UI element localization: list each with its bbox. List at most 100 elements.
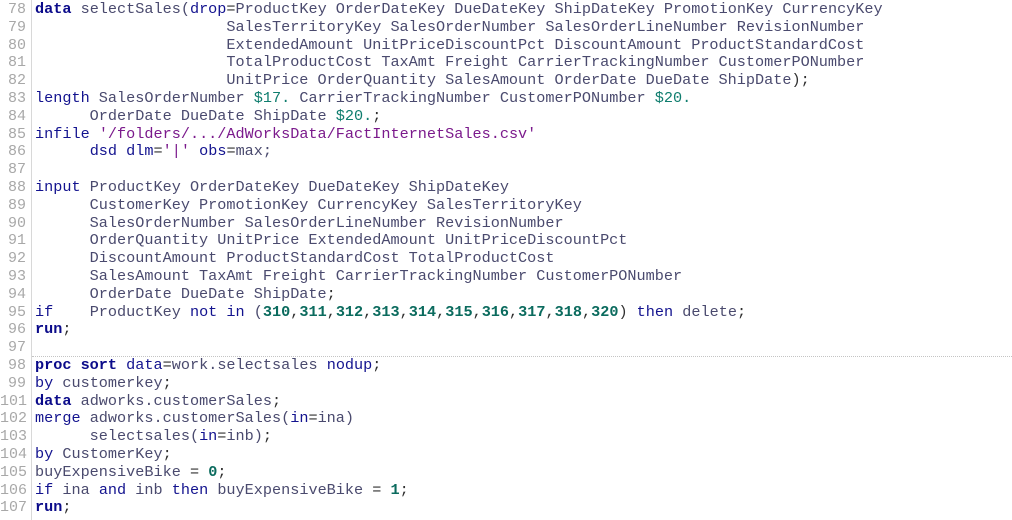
code-text[interactable]: SalesOrderNumber SalesOrderLineNumber Re… [35, 213, 564, 233]
code-token: 312 [335, 302, 364, 321]
code-token: = [372, 480, 391, 499]
code-line[interactable]: 101 data adworks.customerSales; [0, 391, 1012, 411]
code-token: SalesOrderNumber SalesOrderLineNumber Re… [35, 213, 564, 232]
line-number: 91 [7, 232, 26, 250]
code-line[interactable]: 97 [0, 339, 1012, 357]
code-text[interactable]: by customerkey; [35, 373, 172, 393]
code-token: , [581, 302, 592, 321]
code-text[interactable]: run; [35, 320, 72, 339]
line-number: 85 [7, 125, 26, 143]
line-number: 103 [0, 428, 28, 446]
code-line[interactable]: 95 if ProductKey not in (310,311,312,313,… [0, 302, 1012, 322]
code-token: ina [53, 480, 99, 499]
code-text[interactable]: buyExpensiveBike = 0; [35, 463, 226, 482]
code-token: customerkey [53, 373, 163, 392]
code-text[interactable]: OrderDate DueDate ShipDate $20.; [35, 106, 382, 126]
code-text[interactable]: SalesAmount TaxAmt Freight CarrierTracki… [35, 267, 682, 286]
code-token: nodup [326, 355, 373, 374]
code-text[interactable]: input ProductKey OrderDateKey DueDateKey… [35, 178, 509, 197]
code-line[interactable]: 85 infile '/folders/.../AdWorksData/FactI… [0, 124, 1012, 144]
code-line[interactable]: 79 SalesTerritoryKey SalesOrderNumber Sa… [0, 17, 1012, 37]
code-text[interactable]: if ina and inb then buyExpensiveBike = 1… [35, 480, 409, 500]
line-number: 98 [7, 356, 26, 374]
code-token: 316 [481, 302, 510, 321]
code-token: DiscountAmount ProductStandardCost Total… [35, 249, 555, 268]
code-line[interactable]: 81 TotalProductCost TaxAmt Freight Carri… [0, 53, 1012, 72]
code-text[interactable]: by CustomerKey; [35, 445, 172, 464]
line-number: 84 [7, 107, 26, 125]
code-text[interactable]: OrderQuantity UnitPrice ExtendedAmount U… [35, 231, 628, 250]
line-number: 105 [0, 463, 28, 481]
code-text[interactable]: OrderDate DueDate ShipDate; [35, 284, 336, 304]
code-line[interactable]: 98 proc sort data=work.selectsales nodup; [0, 355, 1012, 375]
code-text[interactable]: proc sort data=work.selectsales nodup; [35, 355, 381, 375]
code-text[interactable]: DiscountAmount ProductStandardCost Total… [35, 249, 555, 268]
code-line[interactable]: 99 by customerkey; [0, 373, 1012, 393]
code-line[interactable]: 80 ExtendedAmount UnitPriceDiscountPct D… [0, 35, 1012, 55]
code-line[interactable]: 83 length SalesOrderNumber $17. CarrierTr… [0, 88, 1012, 108]
code-token: ; [372, 106, 382, 125]
code-line[interactable]: 94 OrderDate DueDate ShipDate; [0, 284, 1012, 304]
code-token: inb) [226, 427, 263, 446]
code-token: selectSales( [71, 0, 190, 18]
code-line[interactable]: 107 run; [0, 498, 1012, 517]
code-lines[interactable]: 78 data selectSales(drop=ProductKey Order… [0, 0, 1012, 517]
code-line[interactable]: 78 data selectSales(drop=ProductKey Order… [0, 0, 1012, 19]
code-line[interactable]: 88 input ProductKey OrderDateKey DueDateK… [0, 178, 1012, 197]
code-token: max; [235, 142, 273, 161]
code-text[interactable]: length SalesOrderNumber $17. CarrierTrac… [35, 88, 692, 108]
code-line[interactable]: 105 buyExpensiveBike = 0; [0, 463, 1012, 482]
code-token: = [226, 0, 236, 18]
code-token: by [35, 373, 54, 392]
code-line[interactable]: 84 OrderDate DueDate ShipDate $20.; [0, 106, 1012, 126]
code-line[interactable]: 102 merge adworks.customerSales(in=ina) [0, 409, 1012, 428]
code-line[interactable]: 89 CustomerKey PromotionKey CurrencyKey … [0, 196, 1012, 215]
code-token: 1 [390, 480, 400, 499]
code-text[interactable]: TotalProductCost TaxAmt Freight CarrierT… [35, 53, 864, 72]
code-text[interactable]: ExtendedAmount UnitPriceDiscountPct Disc… [35, 35, 865, 55]
code-editor[interactable]: 78 data selectSales(drop=ProductKey Order… [0, 0, 1012, 520]
code-line[interactable]: 96 run; [0, 320, 1012, 339]
code-token: data [126, 355, 163, 374]
code-line[interactable]: 92 DiscountAmount ProductStandardCost To… [0, 249, 1012, 268]
code-line[interactable]: 104 by CustomerKey; [0, 445, 1012, 464]
code-token: ; [326, 284, 336, 303]
line-number: 89 [7, 196, 26, 214]
code-line[interactable]: 86 dsd dlm='|' obs=max; [0, 142, 1012, 161]
code-token: ; [262, 427, 273, 446]
code-token: ExtendedAmount UnitPriceDiscountPct Disc… [35, 35, 865, 54]
code-text[interactable]: data selectSales(drop=ProductKey OrderDa… [35, 0, 883, 19]
code-token: 310 [262, 302, 291, 321]
code-token: '|' [162, 142, 190, 161]
code-line[interactable]: 91 OrderQuantity UnitPrice ExtendedAmoun… [0, 231, 1012, 250]
code-text[interactable]: dsd dlm='|' obs=max; [35, 142, 273, 161]
code-token: , [472, 302, 482, 321]
code-token: ; [62, 320, 72, 339]
line-number: 96 [7, 321, 26, 339]
code-line[interactable]: 87 [0, 161, 1012, 179]
code-text[interactable]: CustomerKey PromotionKey CurrencyKey Sal… [35, 196, 582, 215]
code-token: drop [189, 0, 227, 18]
code-line[interactable]: 106 if ina and inb then buyExpensiveBike … [0, 480, 1012, 500]
line-number: 95 [7, 303, 26, 321]
code-text[interactable]: merge adworks.customerSales(in=ina) [35, 409, 354, 428]
code-token: ; [162, 373, 172, 392]
code-text[interactable]: run; [35, 498, 71, 517]
code-text[interactable]: data adworks.customerSales; [35, 391, 281, 411]
code-token: if [35, 480, 54, 499]
code-text[interactable]: infile '/folders/.../AdWorksData/FactInt… [35, 124, 536, 144]
code-line[interactable]: 93 SalesAmount TaxAmt Freight CarrierTra… [0, 267, 1012, 286]
line-number: 90 [7, 214, 26, 232]
code-line[interactable]: 82 UnitPrice OrderQuantity SalesAmount O… [0, 71, 1012, 90]
code-text[interactable]: UnitPrice OrderQuantity SalesAmount Orde… [35, 71, 809, 90]
code-token: $20. [654, 88, 692, 107]
code-line[interactable]: 90 SalesOrderNumber SalesOrderLineNumber… [0, 213, 1012, 233]
code-token: adworks.customerSales [71, 391, 272, 410]
code-text[interactable]: selectsales(in=inb); [35, 427, 273, 446]
code-line[interactable]: 103 selectsales(in=inb); [0, 427, 1012, 446]
code-token: SalesTerritoryKey SalesOrderNumber Sales… [35, 17, 865, 36]
code-text[interactable]: SalesTerritoryKey SalesOrderNumber Sales… [35, 17, 865, 37]
code-token: infile [35, 124, 90, 143]
code-text[interactable]: if ProductKey not in (310,311,312,313,31… [35, 302, 746, 322]
